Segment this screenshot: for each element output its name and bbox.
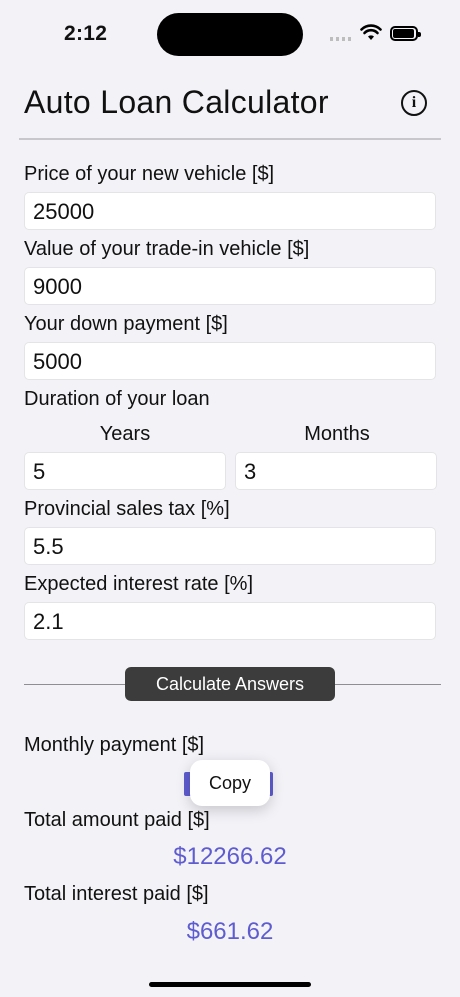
copy-menu-button[interactable]: Copy: [190, 760, 270, 806]
total-interest-value[interactable]: $661.62: [0, 918, 460, 946]
tradein-input[interactable]: 9000: [24, 267, 436, 305]
wifi-icon: [360, 24, 382, 40]
price-label: Price of your new vehicle [$]: [24, 163, 275, 185]
status-time: 2:12: [64, 22, 108, 45]
status-bar: 2:12: [0, 0, 460, 70]
years-input[interactable]: 5: [24, 452, 226, 490]
months-label: Months: [304, 423, 370, 445]
price-input[interactable]: 25000: [24, 192, 436, 230]
down-payment-input[interactable]: 5000: [24, 342, 436, 380]
tradein-label: Value of your trade-in vehicle [$]: [24, 238, 310, 260]
page-title: Auto Loan Calculator: [24, 84, 329, 120]
calculate-button[interactable]: Calculate Answers: [125, 667, 335, 701]
duration-label: Duration of your loan: [24, 388, 210, 410]
sales-tax-label: Provincial sales tax [%]: [24, 498, 230, 520]
total-interest-label: Total interest paid [$]: [24, 883, 209, 905]
monthly-payment-label: Monthly payment [$]: [24, 734, 205, 756]
battery-icon: [390, 26, 421, 41]
total-paid-label: Total amount paid [$]: [24, 809, 210, 831]
divider-right: [335, 684, 441, 685]
info-icon[interactable]: i: [401, 90, 427, 116]
total-paid-value[interactable]: $12266.62: [0, 843, 460, 871]
down-payment-label: Your down payment [$]: [24, 313, 228, 335]
interest-rate-label: Expected interest rate [%]: [24, 573, 254, 595]
home-indicator[interactable]: [149, 982, 311, 987]
interest-rate-input[interactable]: 2.1: [24, 602, 436, 640]
months-input[interactable]: 3: [235, 452, 437, 490]
years-label: Years: [99, 423, 151, 445]
dynamic-island: [157, 13, 303, 56]
header-divider: [19, 138, 441, 140]
sales-tax-input[interactable]: 5.5: [24, 527, 436, 565]
divider-left: [24, 684, 125, 685]
signal-dots-icon: [330, 37, 352, 41]
